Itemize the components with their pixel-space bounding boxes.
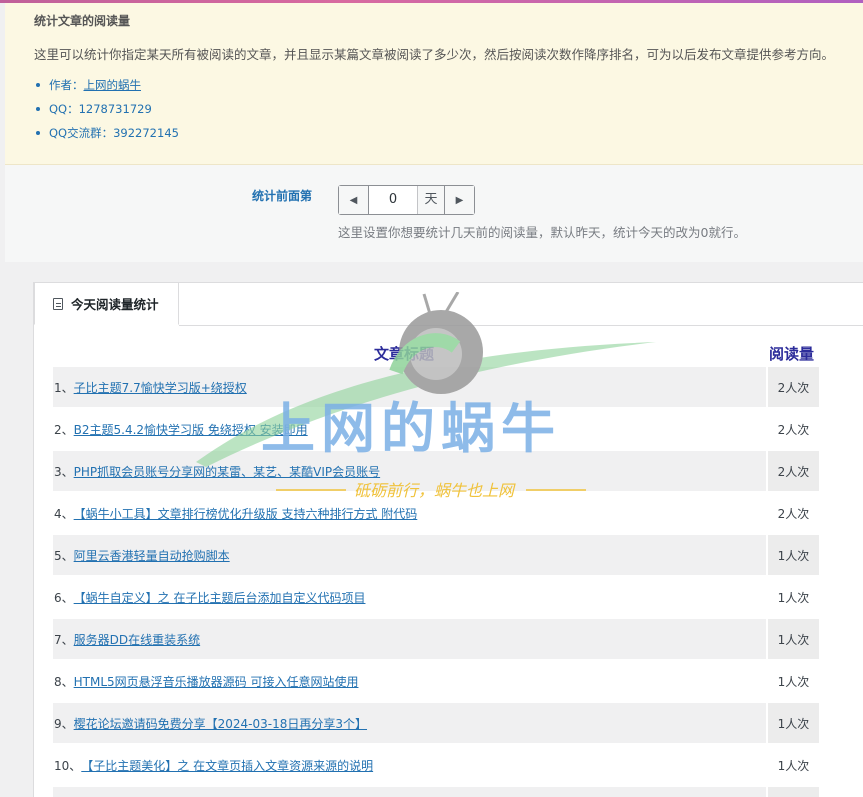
document-icon <box>53 297 63 310</box>
read-count: 2人次 <box>766 367 819 407</box>
triangle-left-icon: ◀ <box>349 194 358 206</box>
read-count: 2人次 <box>766 451 819 491</box>
notice-info-list: 作者：上网的蜗牛 QQ：1278731729 QQ交流群：392272145 <box>36 78 179 150</box>
article-link[interactable]: HTML5网页悬浮音乐播放器源码 可接入任意网站使用 <box>74 673 359 690</box>
increment-button[interactable]: ▶ <box>444 186 474 214</box>
table-row: 3、 PHP抓取会员账号分享网的某雷、某艺、某酷VIP会员账号 2人次 <box>53 450 819 492</box>
article-link[interactable]: PHP抓取会员账号分享网的某雷、某艺、某酷VIP会员账号 <box>74 463 380 480</box>
table-row <box>53 786 819 797</box>
author-prefix: 作者： <box>49 78 84 92</box>
table-row: 1、 子比主题7.7愉快学习版+绕授权 2人次 <box>53 366 819 408</box>
article-link[interactable]: 樱花论坛邀请码免费分享【2024-03-18日再分享3个】 <box>74 715 367 732</box>
article-link[interactable]: 服务器DD在线重装系统 <box>74 631 200 648</box>
row-number: 5、 <box>54 548 74 563</box>
read-count: 1人次 <box>766 703 819 743</box>
read-count: 1人次 <box>766 535 819 575</box>
author-link[interactable]: 上网的蜗牛 <box>84 78 142 92</box>
days-unit-label: 天 <box>417 186 444 214</box>
table-row: 7、 服务器DD在线重装系统 1人次 <box>53 618 819 660</box>
row-number: 3、 <box>54 464 74 479</box>
settings-row: 统计前面第 ◀ 0 天 ▶ 这里设置你想要统计几天前的阅读量，默认昨天，统计今天… <box>5 165 863 262</box>
row-number: 2、 <box>54 422 74 437</box>
article-link[interactable]: 阿里云香港轻量自动抢购脚本 <box>74 547 230 564</box>
row-number: 4、 <box>54 506 74 521</box>
table-row: 9、 樱花论坛邀请码免费分享【2024-03-18日再分享3个】 1人次 <box>53 702 819 744</box>
notice-title: 统计文章的阅读量 <box>34 14 131 28</box>
triangle-right-icon: ▶ <box>455 194 464 206</box>
list-item-author: 作者：上网的蜗牛 <box>36 78 179 102</box>
table-row: 8、 HTML5网页悬浮音乐播放器源码 可接入任意网站使用 1人次 <box>53 660 819 702</box>
table-row: 10、 【子比主题美化】之 在文章页插入文章资源来源的说明 1人次 <box>53 744 819 786</box>
row-number: 8、 <box>54 674 74 689</box>
tab-today-reads[interactable]: 今天阅读量统计 <box>34 282 179 325</box>
row-number: 7、 <box>54 632 74 647</box>
stats-panel: 今天阅读量统计 文章标题 阅读量 1、 子比主题7.7愉快学习版+绕授权 2人次 … <box>33 282 863 797</box>
article-link[interactable]: B2主题5.4.2愉快学习版 免绕授权 安装即用 <box>74 421 308 438</box>
notice-description: 这里可以统计你指定某天所有被阅读的文章，并且显示某篇文章被阅读了多少次，然后按阅… <box>34 47 835 62</box>
tab-divider <box>179 325 863 326</box>
read-count: 1人次 <box>766 745 819 785</box>
table-row: 4、 【蜗牛小工具】文章排行榜优化升级版 支持六种排行方式 附代码 2人次 <box>53 492 819 534</box>
column-header-reads: 阅读量 <box>769 345 815 363</box>
row-number: 6、 <box>54 590 74 605</box>
read-count: 2人次 <box>766 493 819 533</box>
plugin-notice: 统计文章的阅读量 这里可以统计你指定某天所有被阅读的文章，并且显示某篇文章被阅读… <box>5 3 863 165</box>
tab-label: 今天阅读量统计 <box>71 297 159 312</box>
read-count: 1人次 <box>766 577 819 617</box>
list-item-qq: QQ：1278731729 <box>36 102 179 126</box>
row-number: 1、 <box>54 380 74 395</box>
settings-hint: 这里设置你想要统计几天前的阅读量，默认昨天，统计今天的改为0就行。 <box>338 225 746 240</box>
read-count: 1人次 <box>766 661 819 701</box>
reads-table-body: 1、 子比主题7.7愉快学习版+绕授权 2人次 2、 B2主题5.4.2愉快学习版 … <box>53 366 819 797</box>
table-row: 2、 B2主题5.4.2愉快学习版 免绕授权 安装即用 2人次 <box>53 408 819 450</box>
row-number: 9、 <box>54 716 74 731</box>
days-before-label: 统计前面第 <box>252 189 313 203</box>
article-link[interactable]: 【蜗牛自定义】之 在子比主题后台添加自定义代码项目 <box>74 589 366 606</box>
article-link[interactable]: 子比主题7.7愉快学习版+绕授权 <box>74 379 247 396</box>
days-input[interactable]: 0 <box>369 186 417 214</box>
article-link[interactable]: 【蜗牛小工具】文章排行榜优化升级版 支持六种排行方式 附代码 <box>74 505 418 522</box>
read-count: 1人次 <box>766 619 819 659</box>
decrement-button[interactable]: ◀ <box>339 186 369 214</box>
read-count: 2人次 <box>766 409 819 449</box>
row-number: 10、 <box>54 758 82 773</box>
days-stepper: ◀ 0 天 ▶ <box>338 185 475 215</box>
table-row: 5、 阿里云香港轻量自动抢购脚本 1人次 <box>53 534 819 576</box>
column-header-title: 文章标题 <box>374 345 435 363</box>
table-row: 6、 【蜗牛自定义】之 在子比主题后台添加自定义代码项目 1人次 <box>53 576 819 618</box>
list-item-qq-group: QQ交流群：392272145 <box>36 126 179 150</box>
article-link[interactable]: 【子比主题美化】之 在文章页插入文章资源来源的说明 <box>81 757 373 774</box>
